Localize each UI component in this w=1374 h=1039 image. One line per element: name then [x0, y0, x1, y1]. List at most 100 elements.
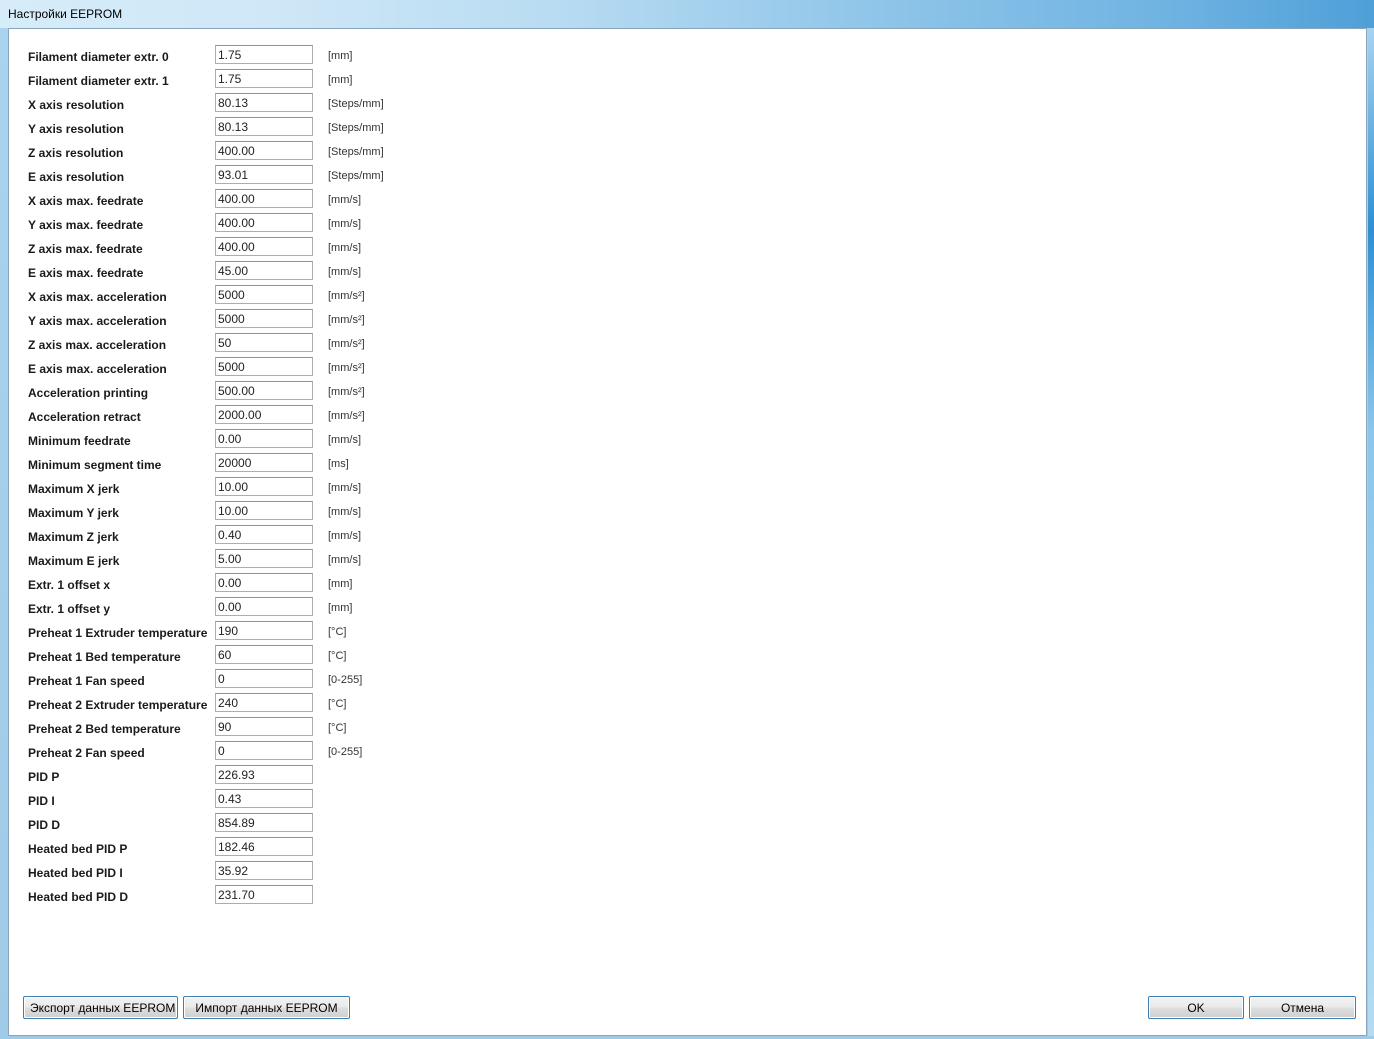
setting-value-input[interactable]: [215, 141, 313, 160]
setting-value-input[interactable]: [215, 477, 313, 496]
setting-unit: [mm/s]: [328, 506, 361, 518]
setting-label: Acceleration retract: [28, 410, 141, 424]
setting-value-input[interactable]: [215, 309, 313, 328]
setting-unit: [mm]: [328, 602, 353, 614]
setting-unit: [mm/s²]: [328, 362, 365, 374]
setting-value-input[interactable]: [215, 429, 313, 448]
ok-button[interactable]: OK: [1148, 996, 1244, 1019]
setting-row: Preheat 2 Bed temperature [°C]: [9, 717, 429, 741]
setting-row: Heated bed PID D: [9, 885, 429, 909]
eeprom-settings-window: Настройки EEPROM Filament diameter extr.…: [0, 0, 1374, 1039]
setting-row: E axis max. feedrate [mm/s]: [9, 261, 429, 285]
setting-row: Preheat 2 Extruder temperature [°C]: [9, 693, 429, 717]
setting-value-input[interactable]: [215, 741, 313, 760]
setting-row: X axis max. acceleration [mm/s²]: [9, 285, 429, 309]
setting-value-input[interactable]: [215, 501, 313, 520]
window-edge: [1368, 28, 1374, 1036]
setting-unit: [0-255]: [328, 746, 363, 758]
setting-unit: [mm/s]: [328, 482, 361, 494]
setting-value-input[interactable]: [215, 357, 313, 376]
setting-label: Filament diameter extr. 0: [28, 50, 169, 64]
setting-value-input[interactable]: [215, 837, 313, 856]
setting-unit: [mm]: [328, 578, 353, 590]
setting-label: Y axis max. acceleration: [28, 314, 167, 328]
setting-label: Z axis max. acceleration: [28, 338, 167, 352]
setting-label: X axis max. feedrate: [28, 194, 144, 208]
setting-value-input[interactable]: [215, 765, 313, 784]
setting-label: Preheat 1 Bed temperature: [28, 650, 181, 664]
setting-row: X axis resolution [Steps/mm]: [9, 93, 429, 117]
setting-row: Minimum feedrate [mm/s]: [9, 429, 429, 453]
setting-row: Z axis max. acceleration [mm/s²]: [9, 333, 429, 357]
setting-value-input[interactable]: [215, 117, 313, 136]
setting-label: Preheat 1 Fan speed: [28, 674, 145, 688]
export-eeprom-button[interactable]: Экспорт данных EEPROM: [23, 996, 178, 1019]
setting-row: Filament diameter extr. 1 [mm]: [9, 69, 429, 93]
setting-value-input[interactable]: [215, 693, 313, 712]
setting-row: Preheat 1 Bed temperature [°C]: [9, 645, 429, 669]
setting-label: Minimum segment time: [28, 458, 162, 472]
setting-row: Y axis max. feedrate [mm/s]: [9, 213, 429, 237]
import-eeprom-button[interactable]: Импорт данных EEPROM: [183, 996, 350, 1019]
setting-row: Extr. 1 offset y [mm]: [9, 597, 429, 621]
setting-label: E axis max. acceleration: [28, 362, 167, 376]
setting-value-input[interactable]: [215, 549, 313, 568]
setting-unit: [mm/s]: [328, 242, 361, 254]
setting-value-input[interactable]: [215, 645, 313, 664]
setting-value-input[interactable]: [215, 237, 313, 256]
setting-label: Heated bed PID I: [28, 866, 123, 880]
setting-row: Heated bed PID P: [9, 837, 429, 861]
setting-value-input[interactable]: [215, 597, 313, 616]
setting-value-input[interactable]: [215, 405, 313, 424]
setting-value-input[interactable]: [215, 165, 313, 184]
setting-value-input[interactable]: [215, 213, 313, 232]
setting-row: Acceleration printing [mm/s²]: [9, 381, 429, 405]
setting-value-input[interactable]: [215, 261, 313, 280]
setting-label: Maximum X jerk: [28, 482, 120, 496]
setting-row: PID I: [9, 789, 429, 813]
setting-unit: [0-255]: [328, 674, 363, 686]
setting-row: Preheat 1 Fan speed [0-255]: [9, 669, 429, 693]
setting-label: Heated bed PID D: [28, 890, 129, 904]
setting-row: Z axis resolution [Steps/mm]: [9, 141, 429, 165]
setting-unit: [mm/s]: [328, 194, 361, 206]
setting-value-input[interactable]: [215, 885, 313, 904]
setting-label: Maximum E jerk: [28, 554, 120, 568]
setting-value-input[interactable]: [215, 381, 313, 400]
setting-value-input[interactable]: [215, 69, 313, 88]
setting-value-input[interactable]: [215, 285, 313, 304]
setting-value-input[interactable]: [215, 45, 313, 64]
setting-value-input[interactable]: [215, 333, 313, 352]
setting-row: E axis resolution [Steps/mm]: [9, 165, 429, 189]
setting-value-input[interactable]: [215, 93, 313, 112]
setting-value-input[interactable]: [215, 717, 313, 736]
setting-label: Preheat 2 Bed temperature: [28, 722, 181, 736]
setting-unit: [°C]: [328, 698, 347, 710]
setting-row: Z axis max. feedrate [mm/s]: [9, 237, 429, 261]
window-title: Настройки EEPROM: [8, 7, 123, 21]
setting-row: Y axis resolution [Steps/mm]: [9, 117, 429, 141]
setting-label: Minimum feedrate: [28, 434, 131, 448]
setting-unit: [mm/s]: [328, 530, 361, 542]
setting-row: E axis max. acceleration [mm/s²]: [9, 357, 429, 381]
setting-unit: [Steps/mm]: [328, 122, 384, 134]
setting-label: Z axis resolution: [28, 146, 124, 160]
cancel-button[interactable]: Отмена: [1249, 996, 1356, 1019]
setting-unit: [mm/s]: [328, 266, 361, 278]
setting-row: Extr. 1 offset x [mm]: [9, 573, 429, 597]
setting-label: Y axis resolution: [28, 122, 124, 136]
setting-value-input[interactable]: [215, 813, 313, 832]
setting-value-input[interactable]: [215, 789, 313, 808]
setting-value-input[interactable]: [215, 861, 313, 880]
title-bar[interactable]: Настройки EEPROM: [0, 0, 1374, 28]
setting-label: Y axis max. feedrate: [28, 218, 144, 232]
setting-label: Extr. 1 offset y: [28, 602, 111, 616]
setting-value-input[interactable]: [215, 189, 313, 208]
setting-value-input[interactable]: [215, 669, 313, 688]
setting-value-input[interactable]: [215, 453, 313, 472]
setting-value-input[interactable]: [215, 525, 313, 544]
setting-unit: [mm/s²]: [328, 290, 365, 302]
setting-value-input[interactable]: [215, 621, 313, 640]
setting-value-input[interactable]: [215, 573, 313, 592]
setting-row: Minimum segment time [ms]: [9, 453, 429, 477]
